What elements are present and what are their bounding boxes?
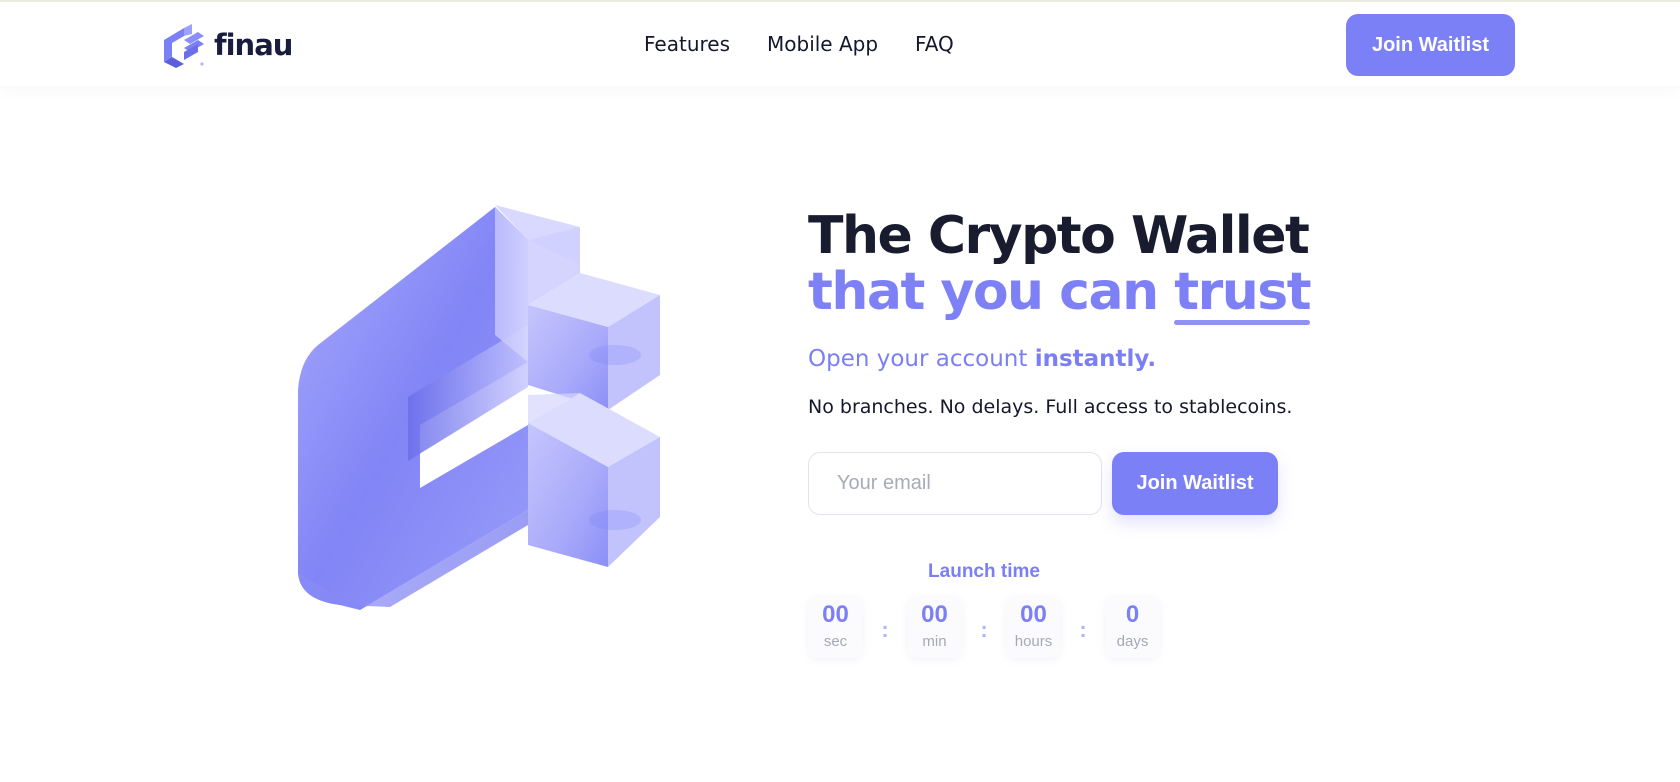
hero-join-waitlist-button[interactable]: Join Waitlist <box>1112 452 1278 515</box>
countdown-value: 00 <box>1020 601 1047 628</box>
countdown-value: 0 <box>1125 601 1140 628</box>
site-header: finau Features Mobile App FAQ Join Waitl… <box>0 0 1680 86</box>
countdown-days: 0 days <box>1105 596 1160 658</box>
nav-link-faq[interactable]: FAQ <box>915 32 954 56</box>
launch-time-label: Launch time <box>928 561 1040 582</box>
countdown-hours: 00 hours <box>1006 596 1061 658</box>
hero-headline: The Crypto Wallet that you can trust <box>808 206 1312 325</box>
hero-description: No branches. No delays. Full access to s… <box>808 396 1293 418</box>
brand-name: finau <box>214 28 293 62</box>
countdown-separator: : <box>980 617 988 642</box>
countdown-unit: hours <box>1014 633 1053 650</box>
countdown-minutes: 00 min <box>907 596 962 658</box>
brand-logo[interactable]: finau <box>162 22 293 68</box>
finau-3d-logo-icon <box>298 205 660 610</box>
main-nav: Features Mobile App FAQ <box>644 32 954 56</box>
countdown-unit: days <box>1116 633 1149 650</box>
countdown-seconds: 00 sec <box>808 596 863 658</box>
hero-subtitle: Open your account instantly. <box>808 346 1156 372</box>
header-join-waitlist-button[interactable]: Join Waitlist <box>1346 14 1515 76</box>
headline-emphasis-trust: trust <box>1174 262 1312 325</box>
email-input[interactable] <box>808 452 1102 515</box>
countdown-unit: sec <box>823 633 848 650</box>
nav-link-features[interactable]: Features <box>644 32 730 56</box>
subtitle-emphasis: instantly. <box>1034 346 1157 372</box>
headline-line-2-text: that you can <box>808 262 1175 322</box>
headline-line-2: that you can trust <box>808 262 1312 325</box>
launch-countdown: 00 sec : 00 min : 00 hours : 0 days <box>808 596 1160 658</box>
hero-3d-logo <box>270 205 730 655</box>
subtitle-text: Open your account <box>808 346 1035 372</box>
countdown-unit: min <box>922 633 947 650</box>
countdown-separator: : <box>881 617 889 642</box>
countdown-separator: : <box>1079 617 1087 642</box>
countdown-value: 00 <box>822 601 849 628</box>
finau-logo-icon <box>164 24 204 68</box>
headline-line-1: The Crypto Wallet <box>808 206 1310 266</box>
countdown-value: 00 <box>921 601 948 628</box>
nav-link-mobile-app[interactable]: Mobile App <box>767 32 878 56</box>
